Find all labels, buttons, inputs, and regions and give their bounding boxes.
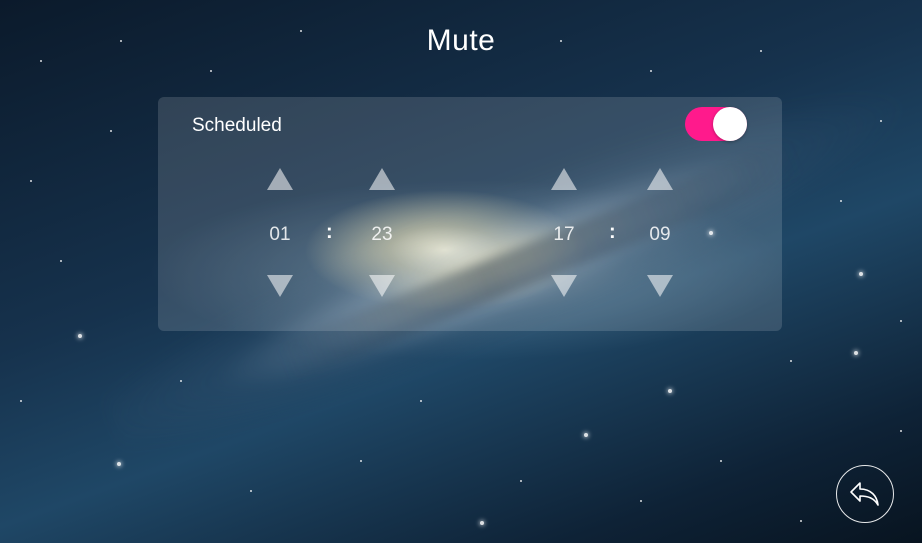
toggle-knob bbox=[713, 107, 747, 141]
background-star bbox=[900, 320, 902, 322]
background-star bbox=[650, 70, 652, 72]
background-star bbox=[30, 180, 32, 182]
start-time-separator: : bbox=[326, 221, 333, 243]
background-star bbox=[840, 200, 842, 202]
back-button[interactable] bbox=[836, 465, 894, 523]
end-minute-increment-icon[interactable] bbox=[647, 168, 673, 190]
scheduled-label: Scheduled bbox=[192, 115, 282, 136]
end-hour-increment-icon[interactable] bbox=[551, 168, 577, 190]
back-arrow-icon bbox=[850, 482, 879, 506]
background-star bbox=[117, 462, 121, 466]
end-time-separator: : bbox=[609, 221, 616, 243]
background-star bbox=[584, 433, 588, 437]
background-star bbox=[880, 120, 882, 122]
start-hour-increment-icon[interactable] bbox=[267, 168, 293, 190]
background-star bbox=[800, 520, 802, 522]
background-star bbox=[720, 460, 722, 462]
end-minute-value: 09 bbox=[649, 224, 671, 245]
background-star bbox=[859, 272, 863, 276]
background-star bbox=[640, 500, 642, 502]
background-star bbox=[60, 260, 62, 262]
background-star bbox=[250, 490, 252, 492]
background-star bbox=[110, 130, 112, 132]
end-hour-value: 17 bbox=[553, 224, 575, 245]
end-minute-decrement-icon[interactable] bbox=[647, 275, 673, 297]
start-minute-increment-icon[interactable] bbox=[369, 168, 395, 190]
schedule-panel: Scheduled 01 : 23 17 : 09 bbox=[158, 97, 782, 331]
background-star bbox=[900, 430, 902, 432]
background-star bbox=[420, 400, 422, 402]
background-star bbox=[854, 351, 858, 355]
background-star bbox=[480, 521, 484, 525]
background-star bbox=[520, 480, 522, 482]
scheduled-toggle[interactable] bbox=[685, 107, 747, 141]
start-minute-value: 23 bbox=[371, 224, 393, 245]
start-hour-value: 01 bbox=[269, 224, 291, 245]
mute-settings-screen: Mute Scheduled 01 : 23 17 : 09 bbox=[0, 0, 922, 543]
start-hour-decrement-icon[interactable] bbox=[267, 275, 293, 297]
background-star bbox=[40, 60, 42, 62]
background-star bbox=[210, 70, 212, 72]
background-star bbox=[20, 400, 22, 402]
background-star bbox=[668, 389, 672, 393]
background-star bbox=[360, 460, 362, 462]
end-hour-decrement-icon[interactable] bbox=[551, 275, 577, 297]
page-title: Mute bbox=[426, 24, 496, 57]
start-minute-decrement-icon[interactable] bbox=[369, 275, 395, 297]
background-star bbox=[790, 360, 792, 362]
background-star bbox=[78, 334, 82, 338]
background-star bbox=[180, 380, 182, 382]
